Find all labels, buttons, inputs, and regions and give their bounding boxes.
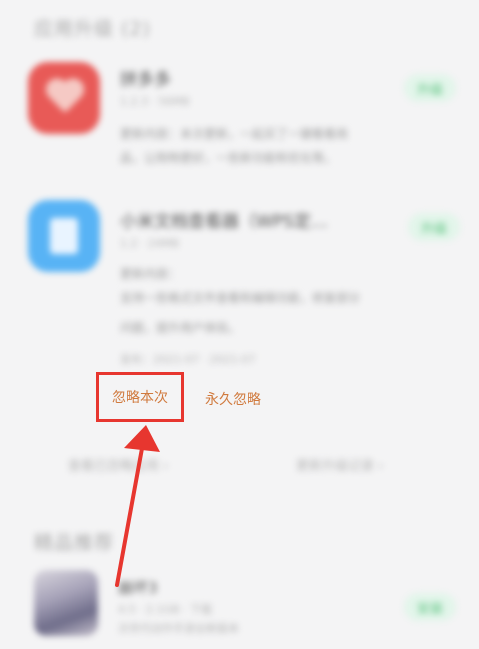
arrow-shaft [115, 430, 147, 587]
annotation-arrow [115, 425, 160, 587]
arrow-head [124, 425, 160, 452]
